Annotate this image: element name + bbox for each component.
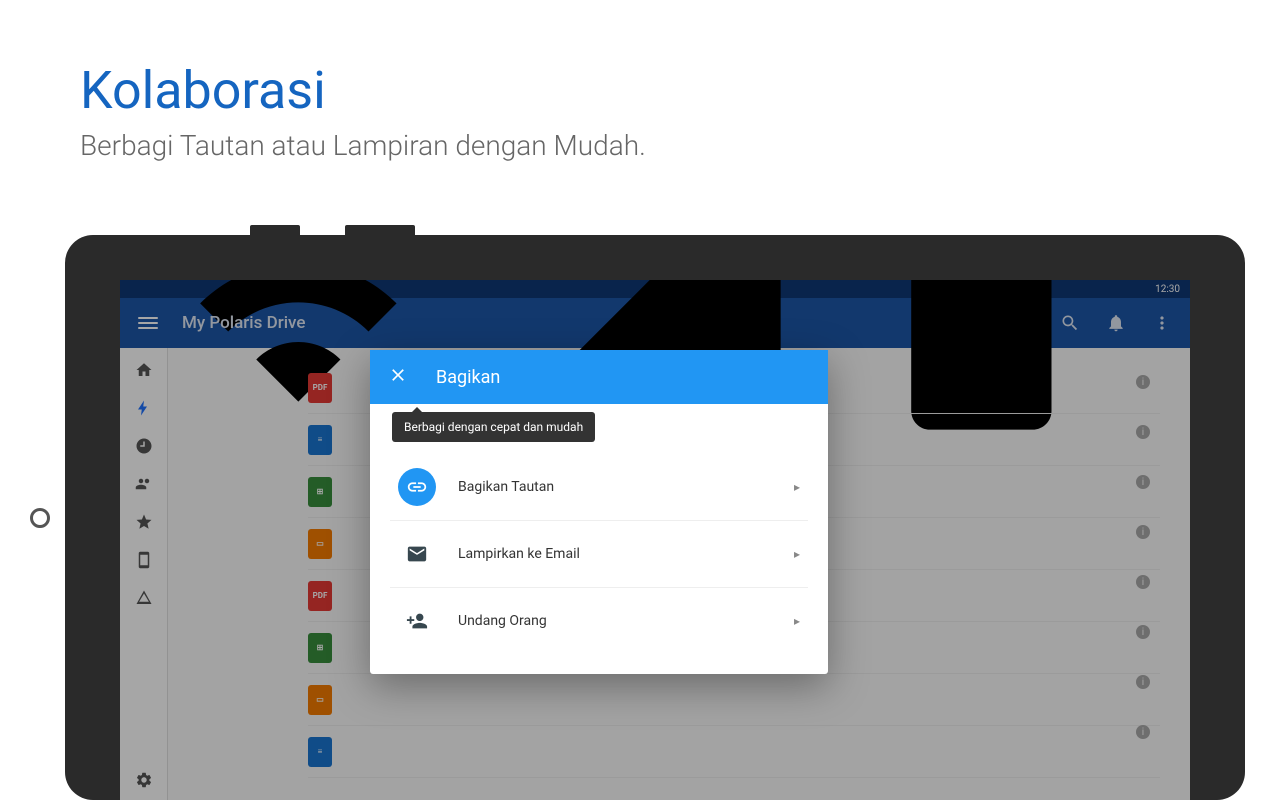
tablet-frame: 12:30 My Polaris Drive [65, 235, 1245, 800]
chevron-right-icon: ▸ [794, 614, 800, 628]
chevron-right-icon: ▸ [794, 547, 800, 561]
link-icon [398, 468, 436, 506]
mail-icon [398, 535, 436, 573]
share-invite-option[interactable]: Undang Orang ▸ [390, 588, 808, 654]
promo-title: Kolaborasi [80, 60, 1280, 121]
share-dialog: Bagikan Berbagi dengan cepat dan mudah B… [370, 350, 828, 674]
close-icon[interactable] [388, 365, 408, 389]
share-email-label: Lampirkan ke Email [458, 546, 794, 562]
share-email-option[interactable]: Lampirkan ke Email ▸ [390, 521, 808, 588]
chevron-right-icon: ▸ [794, 480, 800, 494]
person-add-icon [398, 602, 436, 640]
share-invite-label: Undang Orang [458, 613, 794, 629]
share-link-label: Bagikan Tautan [458, 479, 794, 495]
dialog-title: Bagikan [436, 367, 500, 388]
camera-icon [30, 508, 50, 528]
share-tooltip: Berbagi dengan cepat dan mudah [392, 412, 595, 442]
share-link-option[interactable]: Bagikan Tautan ▸ [390, 454, 808, 521]
promo-subtitle: Berbagi Tautan atau Lampiran dengan Muda… [80, 129, 1280, 162]
